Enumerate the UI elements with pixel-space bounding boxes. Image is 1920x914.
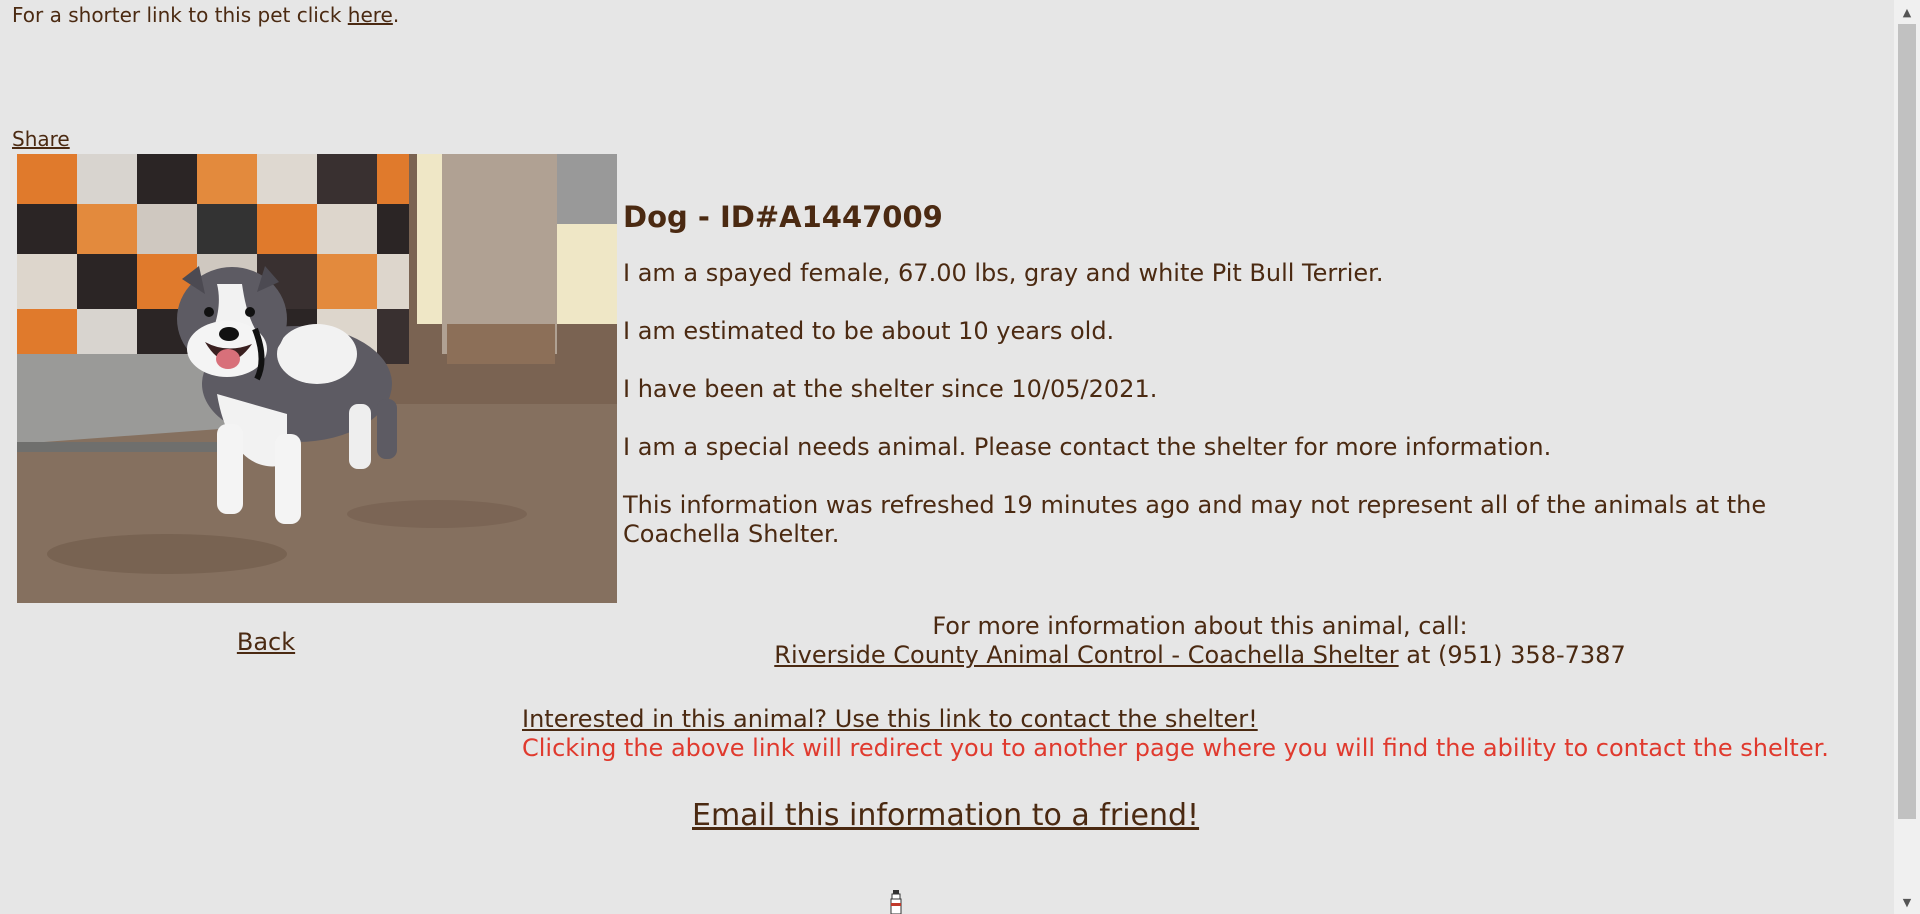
- scroll-thumb[interactable]: [1898, 24, 1916, 819]
- animal-age: I am estimated to be about 10 years old.: [623, 317, 1115, 345]
- refresh-note: This information was refreshed 19 minute…: [623, 491, 1767, 548]
- animal-title: Dog - ID#A1447009: [623, 200, 943, 234]
- back-link[interactable]: Back: [0, 627, 532, 657]
- vertical-scrollbar[interactable]: ▲ ▼: [1894, 0, 1920, 914]
- interest-block: Interested in this animal? Use this link…: [522, 705, 1892, 763]
- email-friend-link[interactable]: Email this information to a friend!: [692, 796, 1199, 836]
- contact-intro: For more information about this animal, …: [932, 612, 1468, 640]
- pet-detail-page: For a shorter link to this pet click her…: [0, 0, 1894, 914]
- animal-special-needs: I am a special needs animal. Please cont…: [623, 433, 1552, 461]
- contact-line: Riverside County Animal Control - Coache…: [700, 641, 1700, 670]
- shelter-phone: at (951) 358-7387: [1398, 641, 1626, 669]
- pet-photo: [17, 154, 617, 603]
- scroll-down-arrow-icon[interactable]: ▼: [1894, 890, 1920, 914]
- shorter-link-suffix: .: [392, 3, 400, 27]
- shorter-link-here[interactable]: here: [348, 3, 393, 27]
- contact-shelter-link[interactable]: Interested in this animal? Use this link…: [522, 705, 1258, 733]
- shelter-link[interactable]: Riverside County Animal Control - Coache…: [774, 641, 1398, 669]
- shorter-link-note: For a shorter link to this pet click her…: [12, 3, 399, 27]
- lighthouse-icon: [890, 890, 902, 914]
- scroll-up-arrow-icon[interactable]: ▲: [1894, 0, 1920, 24]
- share-link[interactable]: Share: [12, 127, 70, 151]
- animal-description: I am a spayed female, 67.00 lbs, gray an…: [623, 259, 1384, 287]
- contact-info: For more information about this animal, …: [700, 612, 1700, 670]
- animal-details: Dog - ID#A1447009 I am a spayed female, …: [623, 197, 1823, 578]
- animal-intake-date: I have been at the shelter since 10/05/2…: [623, 375, 1158, 403]
- redirect-note: Clicking the above link will redirect yo…: [522, 734, 1829, 762]
- shorter-link-prefix: For a shorter link to this pet click: [12, 3, 348, 27]
